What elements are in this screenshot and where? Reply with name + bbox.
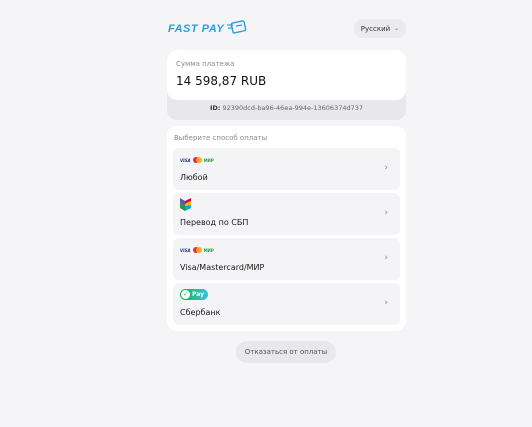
mastercard-icon (192, 247, 202, 253)
payment-id-label: ID: (209, 104, 221, 112)
payment-id-value: 92390dcd-ba96-46ea-994e-13606374d737 (222, 104, 364, 112)
payment-id: ID: 92390dcd-ba96-46ea-994e-13606374d737 (167, 104, 406, 112)
language-select[interactable]: Русский ⌄ (354, 19, 406, 38)
fast-pay-logo: FAST PAY (168, 19, 247, 38)
mastercard-icon (192, 157, 202, 163)
visa-icon: VISA (180, 157, 191, 163)
logo-text: FAST PAY (168, 22, 225, 35)
sberpay-icon: ✓ Pay (180, 288, 209, 300)
amount-card: Сумма платежа 14 598,87 RUB ID: 92390dcd… (167, 50, 406, 120)
sberpay-text: Pay (192, 290, 205, 298)
chevron-right-icon: › (384, 298, 388, 308)
mir-icon: МИР (203, 247, 214, 253)
method-label: Visa/Mastercard/МИР (180, 263, 265, 272)
chevron-right-icon: › (384, 163, 388, 173)
method-sbp[interactable]: Перевод по СБП › (173, 193, 400, 235)
method-sberbank[interactable]: ✓ Pay Сбербанк › (173, 283, 400, 325)
cancel-payment-button[interactable]: Отказаться от оплаты (236, 341, 336, 363)
method-any[interactable]: VISA МИР Любой › (173, 148, 400, 190)
amount-value: 14 598,87 RUB (176, 74, 267, 88)
language-label: Русский (360, 24, 391, 33)
amount-label: Сумма платежа (176, 60, 235, 68)
amount-top: Сумма платежа 14 598,87 RUB (167, 50, 406, 100)
method-label: Любой (180, 173, 208, 182)
header: FAST PAY Русский ⌄ (167, 0, 406, 56)
payment-methods-card: Выберите способ оплаты VISA МИР Любой › (167, 126, 406, 331)
card-brands-icon: VISA МИР (180, 245, 214, 255)
methods-title: Выберите способ оплаты (174, 134, 268, 142)
chevron-down-icon: ⌄ (394, 25, 400, 32)
mir-icon: МИР (203, 157, 214, 163)
card-brands-icon: VISA МИР (180, 155, 214, 165)
chevron-right-icon: › (384, 253, 388, 263)
sbp-icon (180, 197, 191, 211)
payment-page: FAST PAY Русский ⌄ Сумма платежа 14 598,… (167, 0, 406, 363)
method-cards[interactable]: VISA МИР Visa/Mastercard/МИР › (173, 238, 400, 280)
method-label: Перевод по СБП (180, 218, 249, 227)
method-label: Сбербанк (180, 308, 221, 317)
visa-icon: VISA (180, 247, 191, 253)
logo-card-icon (227, 19, 247, 38)
chevron-right-icon: › (384, 208, 388, 218)
